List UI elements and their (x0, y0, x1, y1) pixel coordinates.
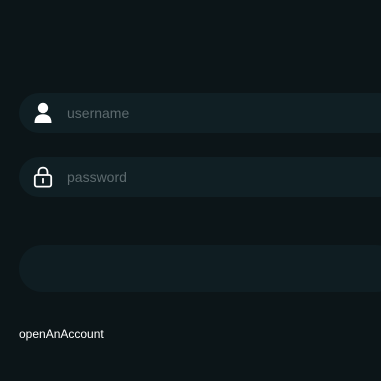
username-input[interactable] (67, 105, 367, 121)
password-field-container (19, 157, 381, 197)
login-page: openAnAccount (0, 0, 381, 381)
username-field-container (19, 93, 381, 133)
user-icon (31, 101, 55, 125)
submit-button[interactable] (19, 245, 381, 292)
open-account-link[interactable]: openAnAccount (19, 327, 104, 341)
lock-icon (31, 165, 55, 189)
password-input[interactable] (67, 169, 367, 185)
